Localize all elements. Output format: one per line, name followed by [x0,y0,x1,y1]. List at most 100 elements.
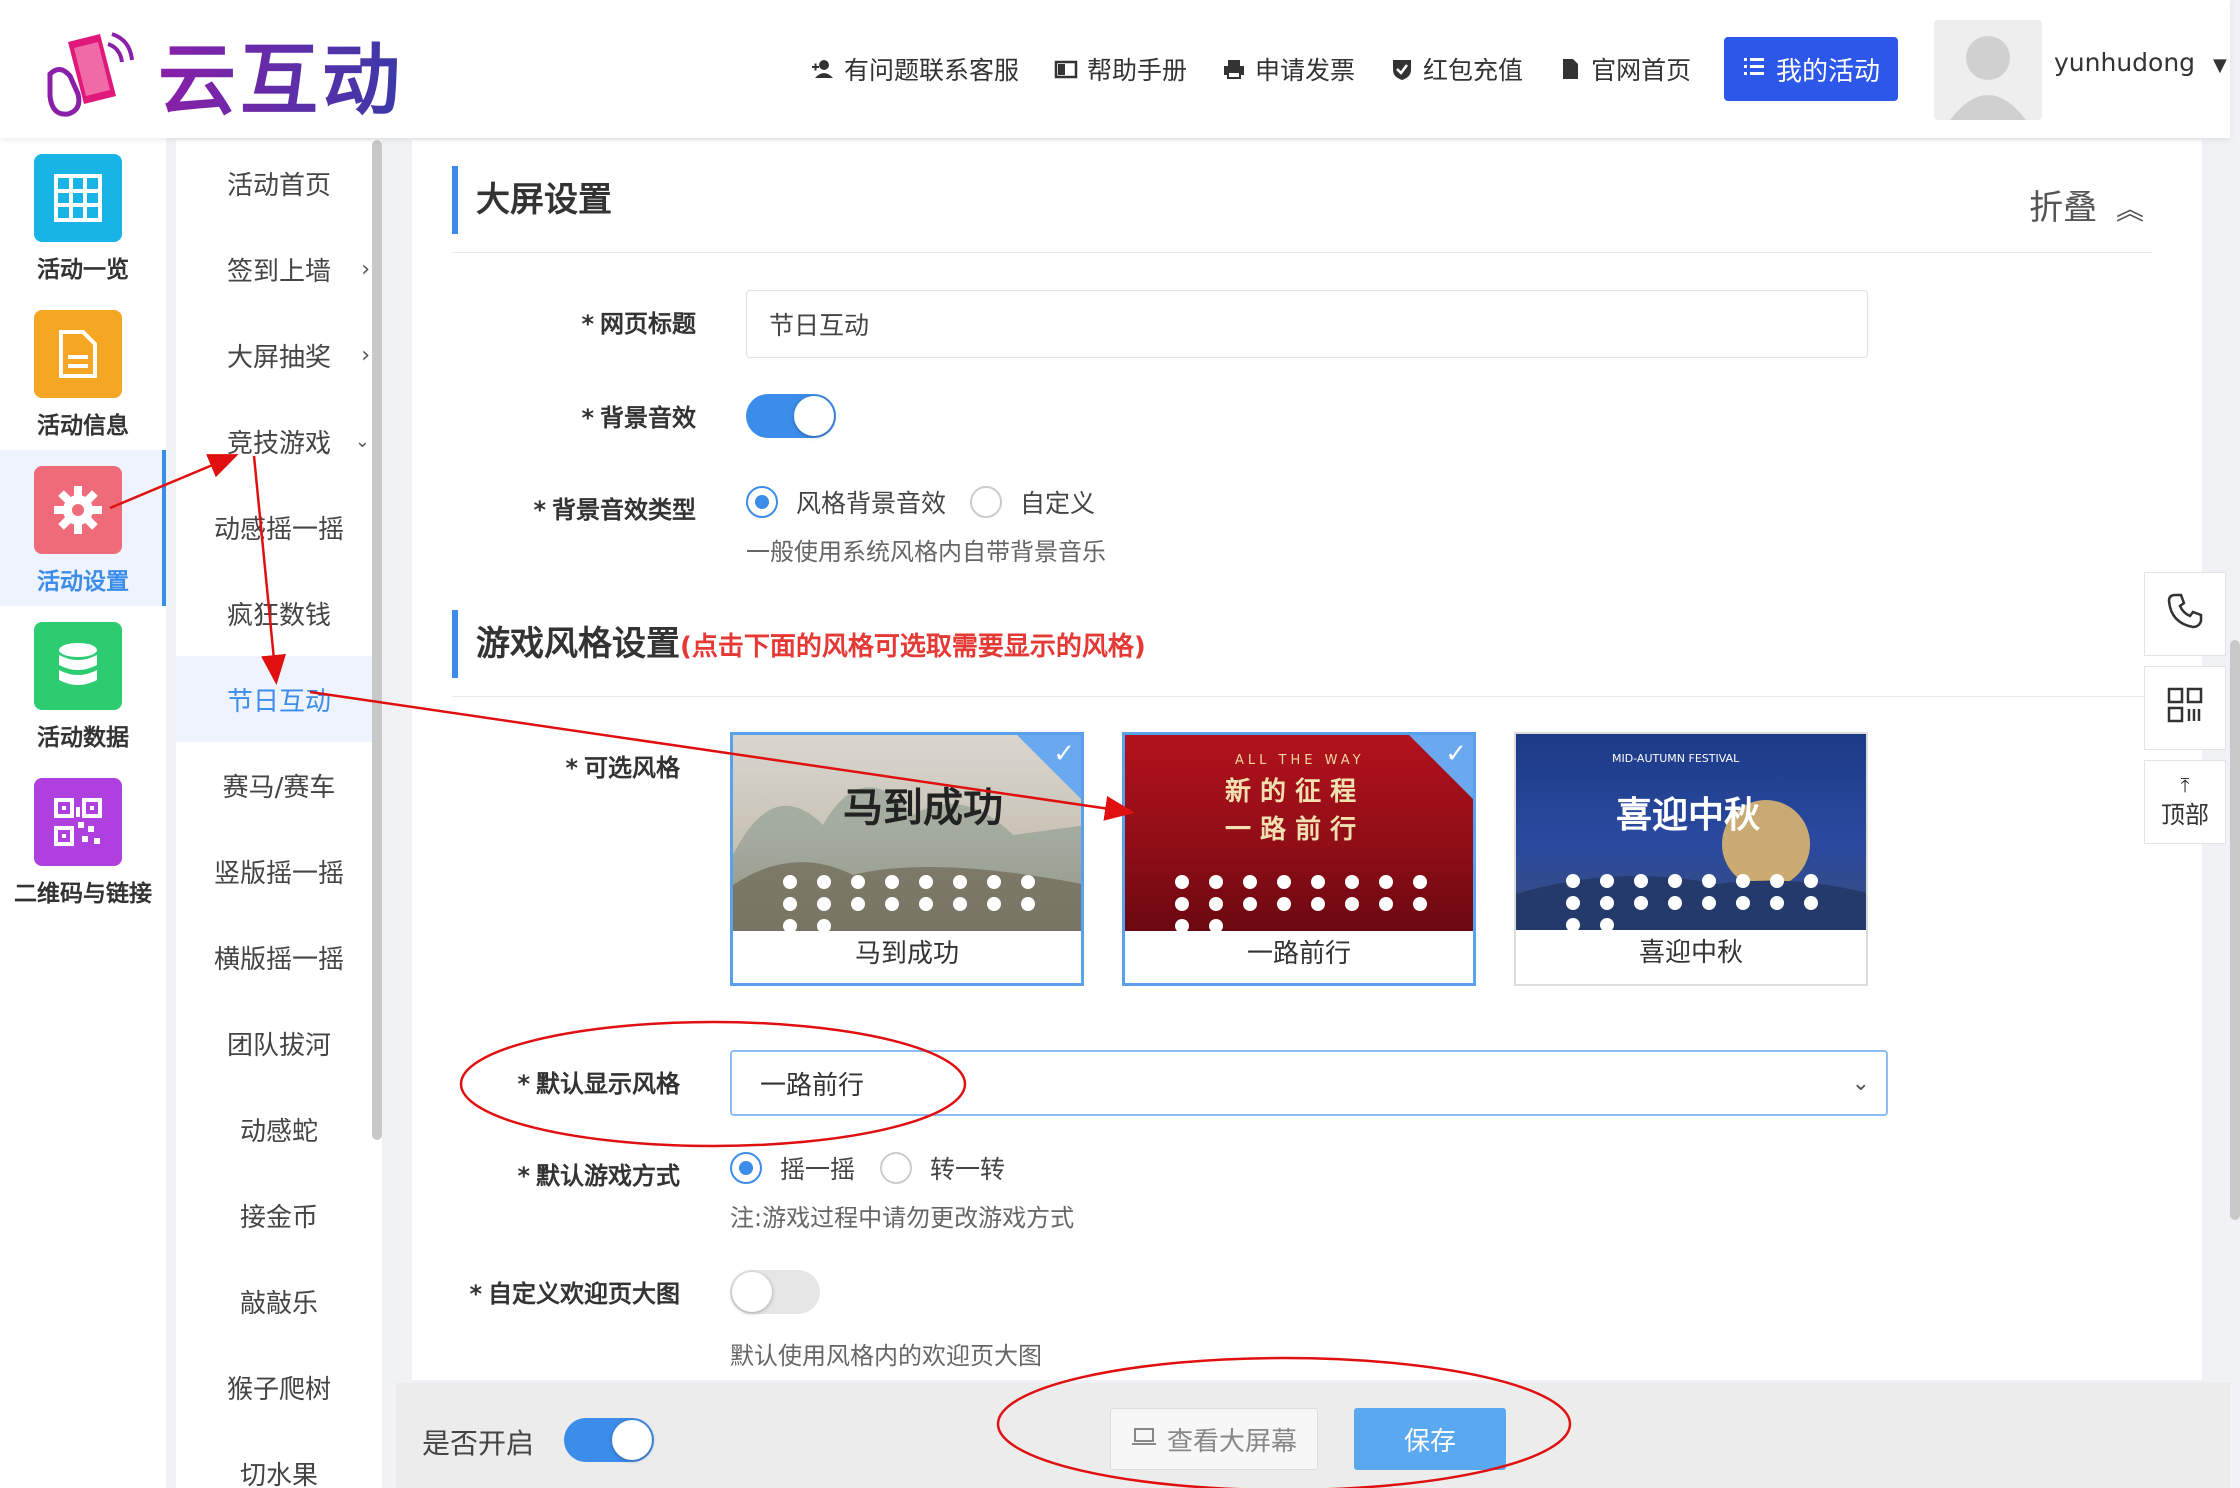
sidebar-item-activity-list[interactable]: 活动一览 [0,138,166,294]
custom-welcome-hint: 默认使用风格内的欢迎页大图 [730,1342,1042,1370]
style-card-all-the-way[interactable]: ALL THE WAY 新 的 征 程 一 路 前 行 ✓ 一路前行 [1122,732,1476,986]
settings-panel: 大屏设置 折叠 ︽ * 网页标题 节日互动 * 背景音效 * 背景音效类型 风格背景音… [412,140,2202,1380]
shield-check-icon [1389,56,1415,82]
chevron-down-icon: ⌄ [354,430,370,452]
list-icon [1742,54,1766,85]
view-screen-label: 查看大屏幕 [1166,1426,1297,1457]
radio-label: 摇一摇 [780,1155,856,1184]
brand-logo[interactable]: 云互动 [38,18,404,130]
nav-recharge[interactable]: 红包充值 [1389,51,1523,87]
grid-icon [34,154,122,242]
printer-icon [1221,56,1247,82]
radio-label: 转一转 [930,1155,1006,1184]
qrcode-button[interactable] [2144,666,2226,750]
my-activity-button[interactable]: 我的活动 [1724,37,1898,101]
enable-label: 是否开启 [422,1427,535,1460]
chevron-up-icon: ︽ [2115,193,2144,226]
section-title-screen: 大屏设置 [452,166,612,234]
subnav-item-fruit[interactable]: 切水果 [176,1430,382,1488]
back-to-top-label: 顶部 [2161,800,2209,829]
avatar[interactable] [1934,20,2042,120]
thumb-caption: MID-AUTUMN FESTIVAL [1612,752,1740,765]
subnav-item-shake[interactable]: 动感摇一摇 [176,484,382,570]
qrcode-icon [2165,685,2205,731]
subnav-label: 团队拔河 [226,1030,331,1061]
bg-sound-type-style-radio[interactable]: 风格背景音效 [746,484,946,520]
subnav-item-tug-of-war[interactable]: 团队拔河 [176,1000,382,1086]
subnav-label: 大屏抽奖 [226,342,331,373]
subnav-label: 竖版摇一摇 [213,858,344,889]
document-icon [1557,56,1583,82]
thumb-dots [773,871,1073,931]
phone-hand-icon [38,24,138,124]
nav-invoice[interactable]: 申请发票 [1221,51,1355,87]
subnav-label: 动感蛇 [239,1116,318,1147]
sidebar-item-activity-settings[interactable]: 活动设置 [0,450,166,606]
default-mode-label: * 默认游戏方式 [517,1162,680,1190]
page-scrollbar[interactable] [2230,640,2240,1220]
bg-sound-type-custom-radio[interactable]: 自定义 [970,484,1095,520]
chevron-right-icon: › [361,256,370,282]
collapse-toggle[interactable]: 折叠 ︽ [2029,180,2144,229]
subnav-item-knock[interactable]: 敲敲乐 [176,1258,382,1344]
enable-toggle[interactable] [564,1418,654,1462]
collapse-label: 折叠 [2029,188,2098,228]
nav-contact-support[interactable]: 有问题联系客服 [810,51,1019,87]
view-screen-button[interactable]: 查看大屏幕 [1110,1408,1318,1470]
sidebar-item-label: 活动设置 [37,569,129,595]
thumb-dots [1165,871,1465,931]
bg-sound-type-hint: 一般使用系统风格内自带背景音乐 [746,538,1106,566]
bg-sound-toggle[interactable] [746,394,836,438]
subnav-item-horse-race[interactable]: 赛马/赛车 [176,742,382,828]
sidebar-item-activity-data[interactable]: 活动数据 [0,606,166,762]
sidebar-item-qrcode-links[interactable]: 二维码与链接 [0,762,166,918]
subnav-label: 横版摇一摇 [213,944,344,975]
subnav-item-money-count[interactable]: 疯狂数钱 [176,570,382,656]
subnav-item-horizontal-shake[interactable]: 横版摇一摇 [176,914,382,1000]
subnav-label: 活动首页 [226,170,331,201]
subnav-label: 签到上墙 [226,256,331,287]
user-menu[interactable]: yunhudong ▼ [2054,48,2227,77]
nav-help-manual[interactable]: 帮助手册 [1053,51,1187,87]
subnav-item-coins[interactable]: 接金币 [176,1172,382,1258]
chevron-down-icon: ⌄ [1851,1070,1870,1096]
subnav-label: 赛马/赛车 [222,772,336,803]
arrow-up-icon: ⤒ [2180,772,2190,797]
primary-sidebar: 活动一览 活动信息 活动设置 活动数据 二维码与链接 [0,138,166,1488]
bg-sound-label: * 背景音效 [581,404,696,432]
game-style-note: (点击下面的风格可选取需要显示的风格) [680,632,1146,662]
section-title-game-style: 游戏风格设置(点击下面的风格可选取需要显示的风格) [452,610,1146,678]
default-style-label: * 默认显示风格 [517,1070,680,1098]
page-title-input[interactable]: 节日互动 [746,290,1868,358]
subnav-item-competitive-games[interactable]: 竞技游戏 ⌄ [176,398,382,484]
subnav-item-checkin-wall[interactable]: 签到上墙 › [176,226,382,312]
brand-name: 云互动 [158,18,404,130]
nav-official-site[interactable]: 官网首页 [1557,51,1691,87]
contact-phone-button[interactable] [2144,572,2226,656]
check-icon: ✓ [1053,739,1075,769]
subnav-item-snake[interactable]: 动感蛇 [176,1086,382,1172]
custom-welcome-toggle[interactable] [730,1270,820,1314]
custom-welcome-label: * 自定义欢迎页大图 [469,1280,680,1308]
subnav-item-lottery[interactable]: 大屏抽奖 › [176,312,382,398]
database-icon [34,622,122,710]
subnav-item-monkey-climb[interactable]: 猴子爬树 [176,1344,382,1430]
check-icon: ✓ [1445,739,1467,769]
style-card-mid-autumn[interactable]: MID-AUTUMN FESTIVAL 喜迎中秋 喜迎中秋 [1514,732,1868,986]
default-style-select[interactable]: 一路前行 ⌄ [730,1050,1888,1116]
sidebar-scrollbar[interactable] [372,140,382,1140]
save-button[interactable]: 保存 [1354,1408,1506,1470]
sidebar-item-activity-info[interactable]: 活动信息 [0,294,166,450]
subnav-item-vertical-shake[interactable]: 竖版摇一摇 [176,828,382,914]
subnav-item-home[interactable]: 活动首页 [176,140,382,226]
style-card-horse[interactable]: 马到成功 ✓ 马到成功 [730,732,1084,986]
available-styles-label: * 可选风格 [565,754,680,782]
back-to-top-button[interactable]: ⤒ 顶部 [2144,760,2226,844]
default-mode-shake-radio[interactable]: 摇一摇 [730,1150,855,1186]
sidebar-item-label: 活动数据 [37,725,129,751]
caret-down-icon: ▼ [2213,55,2227,76]
default-mode-spin-radio[interactable]: 转一转 [880,1150,1005,1186]
subnav-label: 疯狂数钱 [226,600,331,631]
subnav-label: 节日互动 [226,686,331,717]
subnav-item-festival[interactable]: 节日互动 [176,656,382,742]
